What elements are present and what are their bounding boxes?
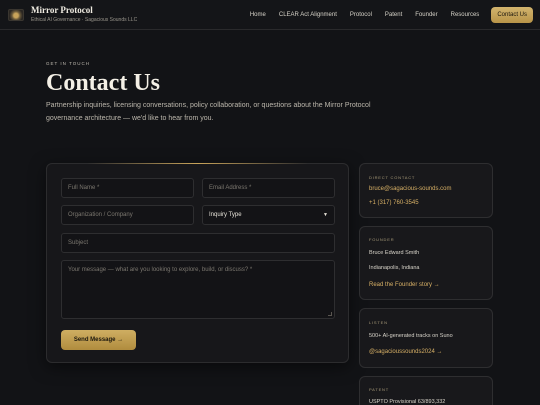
organization-input[interactable]: Organization / Company (61, 205, 194, 225)
send-message-button[interactable]: Send Message → (61, 330, 136, 350)
direct-contact-label: DIRECT CONTACT (369, 175, 416, 180)
full-name-input[interactable]: Full Name * (61, 178, 194, 198)
subject-input[interactable]: Subject (61, 233, 335, 253)
suno-profile-link[interactable]: @sagacioussounds2024 → (369, 349, 442, 355)
brand-title[interactable]: Mirror Protocol (31, 5, 93, 15)
founder-story-link[interactable]: Read the Founder story → (369, 282, 440, 288)
founder-name: Bruce Edward Smith (369, 250, 420, 256)
direct-contact-card: DIRECT CONTACT bruce@sagacious-sounds.co… (359, 163, 493, 218)
founder-location: Indianapolis, Indiana (369, 265, 420, 271)
nav-item-protocol[interactable]: Protocol (350, 12, 372, 18)
nav-links: Home CLEAR Act Alignment Protocol Patent… (237, 6, 533, 24)
nav-item-clear-act[interactable]: CLEAR Act Alignment (279, 12, 337, 18)
listen-text: 500+ AI-generated tracks on Suno (369, 333, 453, 339)
contact-us-button[interactable]: Contact Us (491, 7, 533, 23)
message-textarea[interactable]: Your message — what are you looking to e… (61, 260, 335, 319)
chevron-down-icon: ▼ (323, 212, 328, 218)
contact-form: Full Name * Email Address * Organization… (46, 163, 349, 363)
nav-item-resources[interactable]: Resources (451, 12, 480, 18)
email-input[interactable]: Email Address * (202, 178, 335, 198)
message-placeholder: Your message — what are you looking to e… (68, 267, 253, 273)
contact-email-link[interactable]: bruce@sagacious-sounds.com (369, 186, 451, 192)
founder-card: FOUNDER Bruce Edward Smith Indianapolis,… (359, 226, 493, 300)
logo-icon[interactable] (8, 9, 24, 21)
inquiry-type-select[interactable]: Inquiry Type ▼ (202, 205, 335, 225)
inquiry-type-value: Inquiry Type (209, 212, 242, 218)
contact-phone-link[interactable]: +1 (317) 760-3545 (369, 200, 419, 206)
resize-handle-icon[interactable] (328, 312, 332, 316)
listen-label: LISTEN (369, 320, 388, 325)
patent-number: USPTO Provisional 63/893,332 (369, 399, 446, 405)
founder-label: FOUNDER (369, 237, 395, 242)
nav-item-home[interactable]: Home (250, 12, 266, 18)
nav-item-founder[interactable]: Founder (415, 12, 437, 18)
page-title: Contact Us (46, 70, 160, 96)
page-description: Partnership inquiries, licensing convers… (46, 102, 371, 122)
eyebrow-text: GET IN TOUCH (46, 61, 91, 66)
top-nav: Mirror Protocol Ethical AI Governance · … (0, 0, 540, 30)
brand-subtitle: Ethical AI Governance · Sagacious Sounds… (31, 17, 138, 23)
nav-item-patent[interactable]: Patent (385, 12, 402, 18)
listen-card: LISTEN 500+ AI-generated tracks on Suno … (359, 308, 493, 368)
patent-label: PATENT (369, 387, 389, 392)
patent-card: PATENT USPTO Provisional 63/893,332 (359, 376, 493, 405)
